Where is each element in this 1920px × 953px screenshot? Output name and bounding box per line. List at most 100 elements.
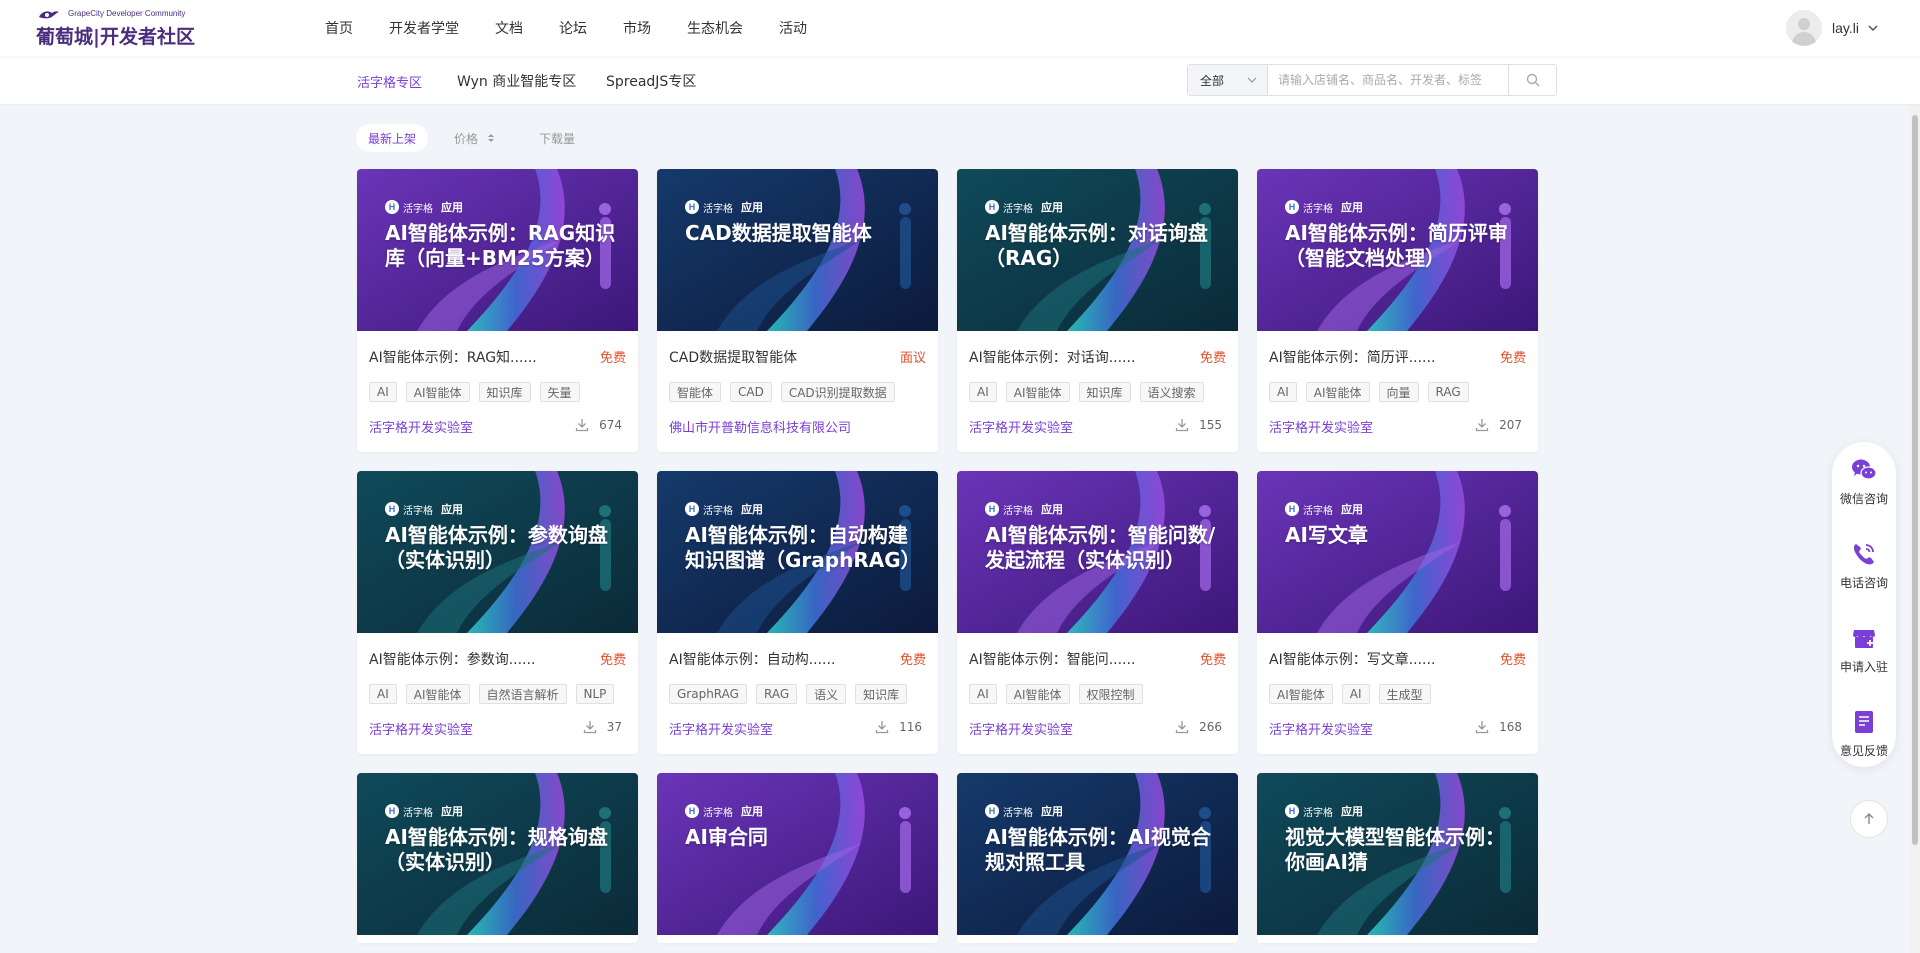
tab-huozige[interactable]: 活字格专区 — [357, 72, 422, 91]
product-banner[interactable]: H 活字格 应用 AI智能体示例：对话询盘（RAG） — [957, 169, 1238, 331]
product-tag[interactable]: 向量 — [1378, 382, 1419, 402]
product-tag[interactable]: CAD — [730, 382, 772, 402]
site-logo[interactable]: GrapeCity Developer Community 葡萄城|开发者社区 — [36, 9, 206, 49]
product-tag[interactable]: 知识库 — [855, 684, 908, 704]
sort-newest[interactable]: 最新上架 — [356, 124, 429, 152]
banner-title: 视觉大模型智能体示例：你画AI猜 — [1285, 825, 1505, 874]
product-title[interactable]: AI智能体示例：对话询...... — [969, 347, 1135, 367]
product-tag[interactable]: RAG — [755, 684, 798, 704]
product-title[interactable]: AI智能体示例：简历评...... — [1269, 347, 1435, 367]
product-tag[interactable]: AI — [1269, 382, 1297, 402]
product-banner[interactable]: H 活字格 应用 CAD数据提取智能体 — [657, 169, 938, 331]
product-vendor[interactable]: 佛山市开普勒信息科技有限公司 — [669, 417, 851, 436]
product-banner[interactable]: H 活字格 应用 AI智能体示例：RAG知识库（向量+BM25方案） — [357, 169, 638, 331]
product-card[interactable]: H 活字格 应用 AI智能体示例：简历评审（智能文档处理） AI智能体示例：简历评..… — [1257, 169, 1538, 452]
product-tag[interactable]: AI — [969, 382, 997, 402]
nav-docs[interactable]: 文档 — [495, 18, 523, 38]
product-vendor[interactable]: 活字格开发实验室 — [369, 719, 473, 738]
product-banner[interactable]: H 活字格 应用 AI智能体示例：自动构建知识图谱（GraphRAG） — [657, 471, 938, 633]
nav-events[interactable]: 活动 — [779, 18, 807, 38]
nav-forum[interactable]: 论坛 — [559, 18, 587, 38]
search-scope-select[interactable]: 全部 — [1188, 65, 1268, 95]
product-vendor[interactable]: 活字格开发实验室 — [1269, 417, 1373, 436]
product-tag[interactable]: AI — [1341, 684, 1370, 704]
product-card[interactable]: H 活字格 应用 CAD数据提取智能体 CAD数据提取智能体 面议 智能体 CAD CAD… — [657, 169, 938, 452]
product-tag[interactable]: 知识库 — [1078, 382, 1131, 402]
product-banner[interactable]: H 活字格 应用 视觉大模型智能体示例：你画AI猜 — [1257, 773, 1538, 935]
nav-academy[interactable]: 开发者学堂 — [389, 18, 459, 38]
product-banner[interactable]: H 活字格 应用 AI智能体示例：智能问数/发起流程（实体识别） — [957, 471, 1238, 633]
product-card[interactable]: H 活字格 应用 AI智能体示例：智能问数/发起流程（实体识别） AI智能体示例：智能… — [957, 471, 1238, 754]
product-tag[interactable]: 智能体 — [669, 382, 722, 402]
tab-spreadjs[interactable]: SpreadJS专区 — [606, 71, 696, 91]
product-banner[interactable]: H 活字格 应用 AI智能体示例：参数询盘（实体识别） — [357, 471, 638, 633]
product-tag[interactable]: GraphRAG — [669, 684, 747, 704]
product-title[interactable]: AI智能体示例：智能问...... — [969, 649, 1135, 669]
feedback-button[interactable]: 意见反馈 — [1832, 708, 1896, 778]
product-tag[interactable]: 权限控制 — [1078, 684, 1143, 704]
avatar[interactable] — [1786, 10, 1822, 46]
product-vendor[interactable]: 活字格开发实验室 — [969, 719, 1073, 738]
product-tag[interactable]: AI智能体 — [405, 382, 470, 402]
product-title[interactable]: AI智能体示例：写文章...... — [1269, 649, 1435, 669]
product-card[interactable]: H 活字格 应用 AI智能体示例：自动构建知识图谱（GraphRAG） AI智能体示例… — [657, 471, 938, 754]
product-card[interactable]: H 活字格 应用 AI智能体示例：RAG知识库（向量+BM25方案） AI智能体示例：… — [357, 169, 638, 452]
product-card[interactable]: H 活字格 应用 AI审合同 — [657, 773, 938, 943]
product-tag[interactable]: AI智能体 — [1005, 684, 1070, 704]
user-menu[interactable]: lay.li — [1786, 8, 1879, 48]
product-banner[interactable]: H 活字格 应用 AI写文章 — [1257, 471, 1538, 633]
product-tag[interactable]: NLP — [575, 684, 615, 704]
scrollbar-thumb[interactable] — [1912, 115, 1918, 845]
product-card[interactable]: H 活字格 应用 AI智能体示例：规格询盘（实体识别） — [357, 773, 638, 943]
username[interactable]: lay.li — [1832, 20, 1859, 36]
huozige-logo-icon: H — [1285, 502, 1299, 516]
phone-consult-button[interactable]: 电话咨询 — [1832, 540, 1896, 610]
product-card[interactable]: H 活字格 应用 AI写文章 AI智能体示例：写文章...... 免费 AI智能体 AI… — [1257, 471, 1538, 754]
apply-join-button[interactable]: 申请入驻 — [1832, 624, 1896, 694]
product-tag[interactable]: AI智能体 — [1005, 382, 1070, 402]
product-tag[interactable]: AI — [969, 684, 997, 704]
product-banner[interactable]: H 活字格 应用 AI智能体示例：简历评审（智能文档处理） — [1257, 169, 1538, 331]
product-title[interactable]: AI智能体示例：自动构...... — [669, 649, 835, 669]
product-vendor[interactable]: 活字格开发实验室 — [1269, 719, 1373, 738]
nav-home[interactable]: 首页 — [325, 18, 353, 38]
product-title[interactable]: CAD数据提取智能体 — [669, 347, 797, 367]
product-tag[interactable]: 矢量 — [539, 382, 580, 402]
product-tag[interactable]: CAD识别提取数据 — [780, 382, 895, 402]
product-tag[interactable]: 语义搜索 — [1139, 382, 1204, 402]
product-tag[interactable]: RAG — [1427, 382, 1469, 402]
product-tag[interactable]: 自然语言解析 — [478, 684, 567, 704]
product-vendor[interactable]: 活字格开发实验室 — [969, 417, 1073, 436]
product-banner[interactable]: H 活字格 应用 AI智能体示例：AI视觉合规对照工具 — [957, 773, 1238, 935]
product-vendor[interactable]: 活字格开发实验室 — [369, 417, 473, 436]
product-card[interactable]: H 活字格 应用 AI智能体示例：参数询盘（实体识别） AI智能体示例：参数询....… — [357, 471, 638, 754]
wechat-consult-button[interactable]: 微信咨询 — [1832, 456, 1896, 526]
product-tag[interactable]: 生成型 — [1378, 684, 1431, 704]
nav-ecosystem[interactable]: 生态机会 — [687, 18, 743, 38]
product-tag[interactable]: AI智能体 — [1269, 684, 1333, 704]
product-card[interactable]: H 活字格 应用 AI智能体示例：AI视觉合规对照工具 — [957, 773, 1238, 943]
product-card[interactable]: H 活字格 应用 AI智能体示例：对话询盘（RAG） AI智能体示例：对话询.....… — [957, 169, 1238, 452]
product-tag[interactable]: 知识库 — [478, 382, 531, 402]
product-title[interactable]: AI智能体示例：RAG知...... — [369, 347, 537, 367]
product-tag[interactable]: 语义 — [806, 684, 847, 704]
product-tag[interactable]: AI智能体 — [1305, 382, 1370, 402]
chevron-down-icon[interactable] — [1867, 22, 1879, 34]
tab-wyn[interactable]: Wyn 商业智能专区 — [457, 71, 576, 91]
nav-market[interactable]: 市场 — [623, 18, 651, 38]
product-tag[interactable]: AI智能体 — [405, 684, 470, 704]
product-card[interactable]: H 活字格 应用 视觉大模型智能体示例：你画AI猜 — [1257, 773, 1538, 943]
product-vendor[interactable]: 活字格开发实验室 — [669, 719, 773, 738]
download-count: 168 — [1475, 720, 1522, 734]
search-button[interactable] — [1508, 65, 1556, 95]
back-to-top-button[interactable] — [1850, 800, 1888, 838]
banner-title: AI写文章 — [1285, 523, 1368, 547]
sort-downloads[interactable]: 下载量 — [539, 124, 575, 152]
search-input[interactable] — [1268, 65, 1508, 95]
product-title[interactable]: AI智能体示例：参数询...... — [369, 649, 535, 669]
product-tag[interactable]: AI — [369, 382, 397, 402]
product-banner[interactable]: H 活字格 应用 AI智能体示例：规格询盘（实体识别） — [357, 773, 638, 935]
sort-price[interactable]: 价格 — [454, 124, 496, 152]
product-banner[interactable]: H 活字格 应用 AI审合同 — [657, 773, 938, 935]
product-tag[interactable]: AI — [369, 684, 397, 704]
